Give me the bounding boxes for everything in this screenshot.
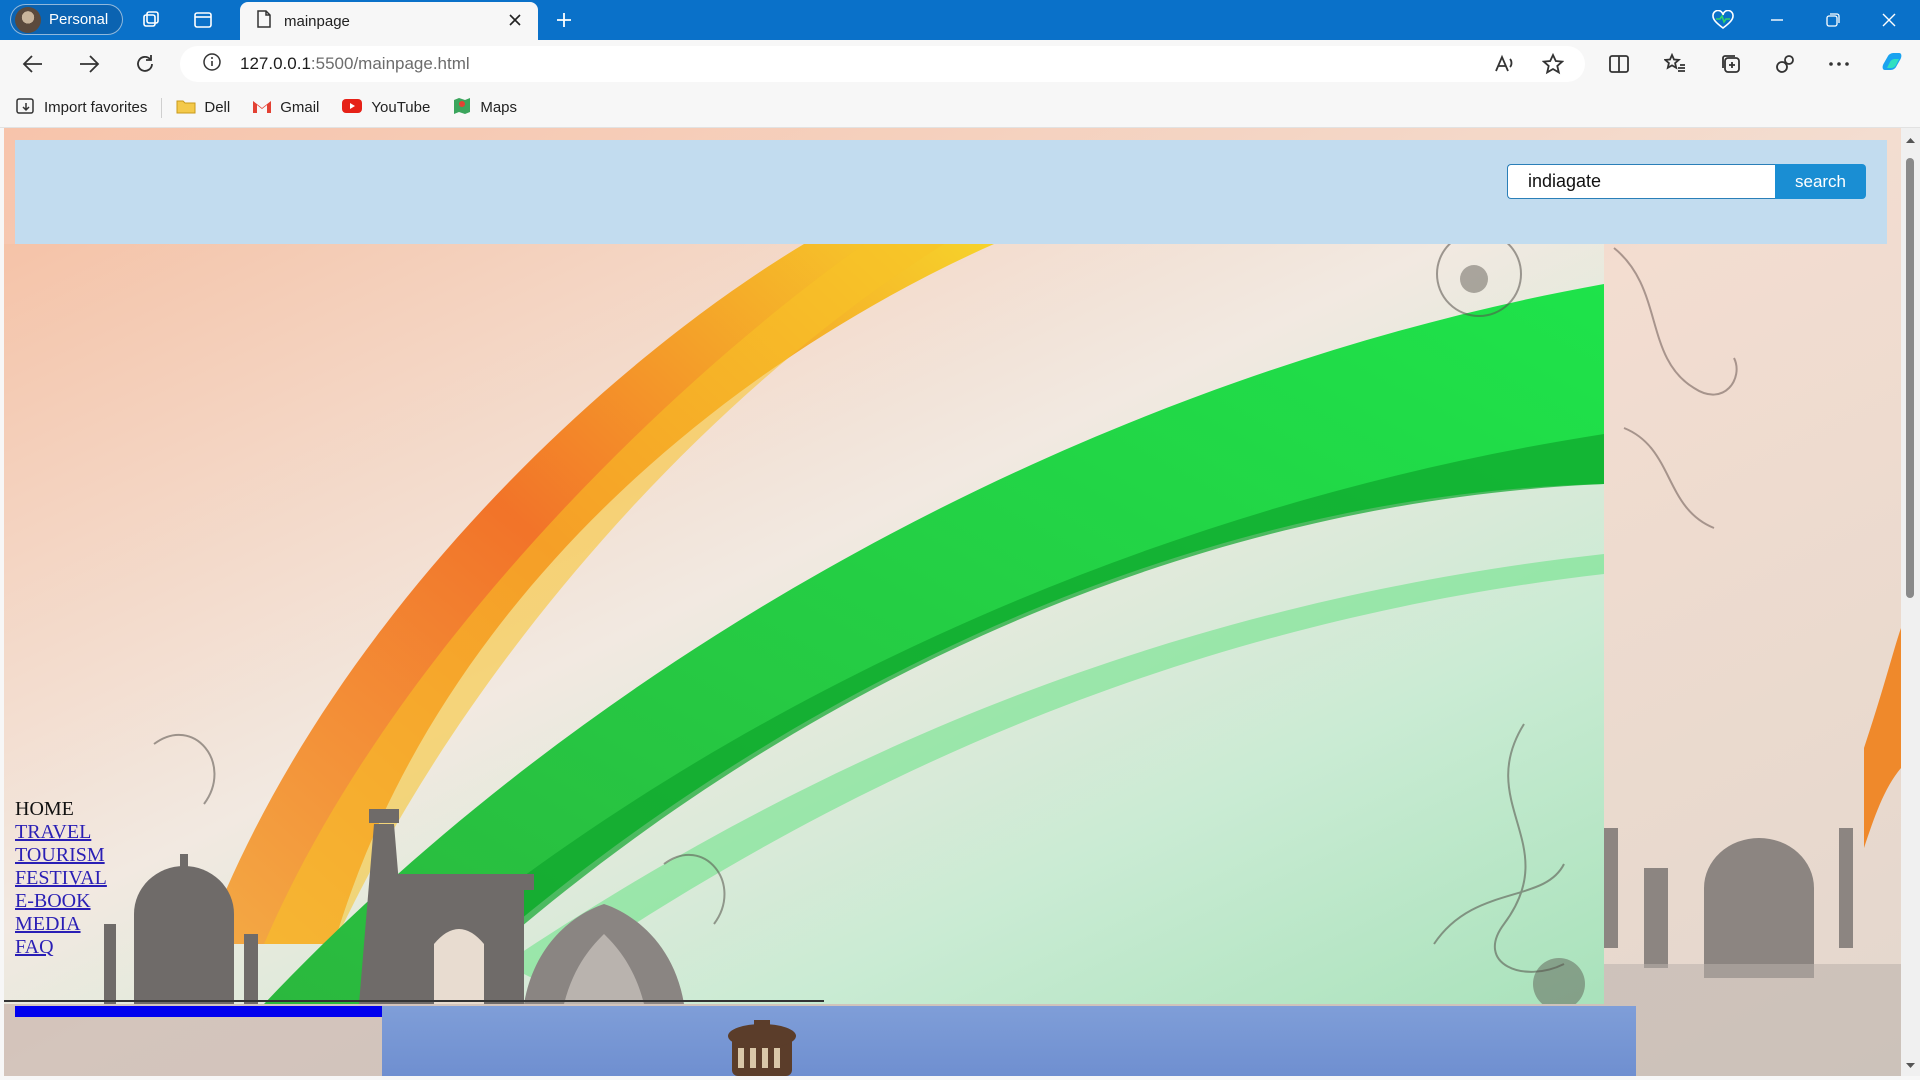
avatar xyxy=(15,6,41,33)
collections-icon[interactable] xyxy=(1718,52,1744,76)
url-path: :5500/mainpage.html xyxy=(310,54,470,73)
search-input[interactable] xyxy=(1507,164,1775,199)
favorite-dell[interactable]: Dell xyxy=(176,98,230,118)
restore-icon[interactable] xyxy=(1820,8,1846,32)
workspaces-icon[interactable] xyxy=(138,8,164,32)
nav-link-travel[interactable]: TRAVEL xyxy=(15,821,107,844)
scroll-thumb[interactable] xyxy=(1906,158,1914,598)
favorite-label: Gmail xyxy=(280,99,320,116)
search-button[interactable]: search xyxy=(1775,164,1866,199)
nav-home: HOME xyxy=(15,798,74,820)
browser-titlebar: Personal mainpage xyxy=(0,0,1920,40)
close-tab-icon[interactable] xyxy=(508,12,522,31)
tab-title: mainpage xyxy=(284,12,350,30)
tab-mainpage[interactable]: mainpage xyxy=(240,2,538,40)
scroll-up-icon xyxy=(1906,138,1915,143)
page-scrollbar[interactable] xyxy=(1901,128,1920,1076)
page-icon xyxy=(256,10,272,32)
minimize-icon[interactable] xyxy=(1764,8,1790,32)
split-screen-icon[interactable] xyxy=(1606,52,1632,76)
address-row: 127.0.0.1:5500/mainpage.html xyxy=(0,40,1920,88)
forward-icon[interactable] xyxy=(76,52,102,76)
nav-link-festival[interactable]: FESTIVAL xyxy=(15,867,107,890)
nav-link-media[interactable]: MEDIA xyxy=(15,913,107,936)
health-icon[interactable] xyxy=(1710,8,1736,32)
tab-actions-icon[interactable] xyxy=(190,8,216,32)
site-info-icon[interactable] xyxy=(202,52,222,76)
more-menu-icon[interactable] xyxy=(1826,52,1852,76)
favorite-import[interactable]: Import favorites xyxy=(16,97,147,119)
page-viewport: search xyxy=(4,128,1901,1076)
monument-photo xyxy=(382,1006,1636,1076)
nav-link-tourism[interactable]: TOURISM xyxy=(15,844,107,867)
profile-label: Personal xyxy=(49,11,109,28)
read-aloud-icon[interactable] xyxy=(1492,52,1518,76)
favorite-maps[interactable]: Maps xyxy=(452,96,517,120)
youtube-icon xyxy=(341,98,363,118)
favorites-list-icon[interactable] xyxy=(1662,52,1688,76)
favorite-label: Import favorites xyxy=(44,99,148,116)
url-text: 127.0.0.1:5500/mainpage.html xyxy=(240,54,470,74)
favorites-separator xyxy=(161,97,163,118)
folder-icon xyxy=(176,98,196,118)
favorite-label: Maps xyxy=(480,99,518,116)
favorite-youtube[interactable]: YouTube xyxy=(341,98,430,118)
favorite-label: YouTube xyxy=(371,99,431,116)
favorite-gmail[interactable]: Gmail xyxy=(252,98,319,118)
copilot-icon[interactable] xyxy=(1878,50,1908,78)
nav-link-ebook[interactable]: E-BOOK xyxy=(15,890,107,913)
profile-button[interactable]: Personal xyxy=(10,4,124,35)
blue-progress-bar xyxy=(15,1006,382,1017)
scroll-down-icon xyxy=(1906,1063,1915,1068)
page-header: search xyxy=(15,140,1887,244)
address-bar[interactable]: 127.0.0.1:5500/mainpage.html xyxy=(180,46,1585,82)
back-icon[interactable] xyxy=(20,52,46,76)
new-tab-icon[interactable] xyxy=(552,8,576,32)
extensions-icon[interactable] xyxy=(1772,52,1798,76)
gmail-icon xyxy=(252,98,272,118)
favorite-star-icon[interactable] xyxy=(1540,52,1566,76)
favorite-label: Dell xyxy=(204,99,231,116)
favorites-bar: Import favorites Dell Gmail YouTube Maps xyxy=(0,88,1920,128)
nav-link-faq[interactable]: FAQ xyxy=(15,936,107,959)
side-navigation: HOME TRAVEL TOURISM FESTIVAL E-BOOK MEDI… xyxy=(15,798,107,959)
refresh-icon[interactable] xyxy=(132,52,158,76)
hero-banner-image xyxy=(4,244,1604,1004)
import-icon xyxy=(16,97,36,119)
maps-icon xyxy=(452,96,472,120)
close-window-icon[interactable] xyxy=(1876,8,1902,32)
url-host: 127.0.0.1 xyxy=(240,54,311,73)
